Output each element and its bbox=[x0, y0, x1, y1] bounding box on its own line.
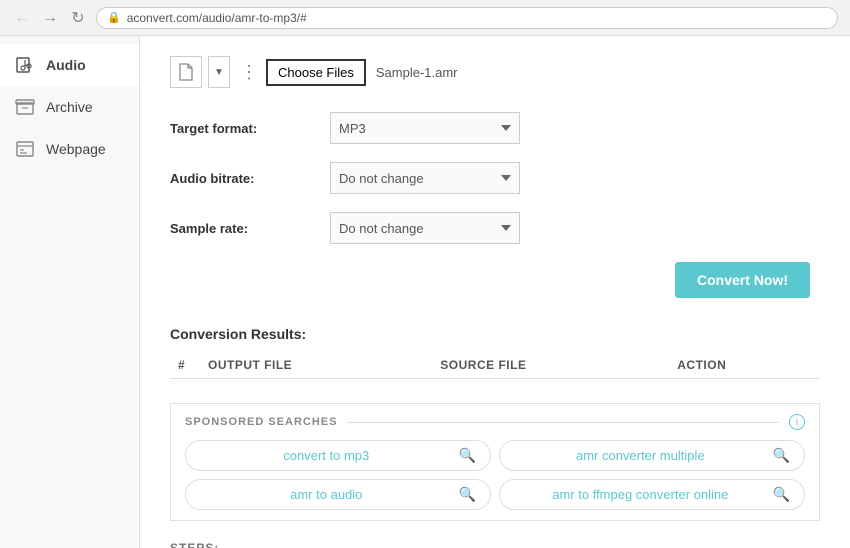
search-icon-0: 🔍 bbox=[459, 447, 476, 464]
sample-rate-select[interactable]: Do not change bbox=[330, 212, 520, 244]
search-text-1: amr converter multiple bbox=[514, 448, 767, 463]
results-section: Conversion Results: # OUTPUT FILE SOURCE… bbox=[170, 326, 820, 379]
col-hash: # bbox=[170, 352, 200, 379]
address-bar[interactable]: 🔒 aconvert.com/audio/amr-to-mp3/# bbox=[96, 7, 838, 29]
sidebar-archive-label: Archive bbox=[46, 99, 93, 115]
sidebar-audio-label: Audio bbox=[46, 57, 86, 73]
search-pill-2[interactable]: amr to audio 🔍 bbox=[185, 479, 491, 510]
audio-bitrate-label: Audio bitrate: bbox=[170, 171, 330, 186]
convert-btn-row: Convert Now! bbox=[170, 262, 820, 298]
forward-button[interactable]: → bbox=[40, 8, 60, 28]
choose-files-button[interactable]: Choose Files bbox=[266, 59, 366, 86]
more-options-button[interactable]: ⋮ bbox=[236, 56, 260, 88]
sample-rate-row: Sample rate: Do not change bbox=[170, 212, 820, 244]
steps-section: STEPS: bbox=[170, 541, 820, 548]
search-pill-3[interactable]: amr to ffmpeg converter online 🔍 bbox=[499, 479, 805, 510]
file-input-row: ▼ ⋮ Choose Files Sample-1.amr bbox=[170, 56, 820, 88]
col-output: OUTPUT FILE bbox=[200, 352, 432, 379]
sidebar-item-audio[interactable]: Audio bbox=[0, 44, 139, 86]
search-icon-3: 🔍 bbox=[773, 486, 790, 503]
search-text-2: amr to audio bbox=[200, 487, 453, 502]
search-text-3: amr to ffmpeg converter online bbox=[514, 487, 767, 502]
audio-bitrate-select[interactable]: Do not change bbox=[330, 162, 520, 194]
search-pill-0[interactable]: convert to mp3 🔍 bbox=[185, 440, 491, 471]
dropdown-arrow-button[interactable]: ▼ bbox=[208, 56, 230, 88]
main-content: ▼ ⋮ Choose Files Sample-1.amr Target for… bbox=[140, 36, 850, 548]
info-icon[interactable]: i bbox=[789, 414, 805, 430]
back-button[interactable]: ← bbox=[12, 8, 32, 28]
sample-rate-label: Sample rate: bbox=[170, 221, 330, 236]
target-format-row: Target format: MP3 bbox=[170, 112, 820, 144]
audio-bitrate-row: Audio bitrate: Do not change bbox=[170, 162, 820, 194]
col-source: SOURCE FILE bbox=[432, 352, 669, 379]
filename-label: Sample-1.amr bbox=[376, 65, 458, 80]
steps-label: STEPS: bbox=[170, 541, 820, 548]
col-action: ACTION bbox=[669, 352, 820, 379]
results-table: # OUTPUT FILE SOURCE FILE ACTION bbox=[170, 352, 820, 379]
archive-icon bbox=[14, 96, 36, 118]
search-icon-1: 🔍 bbox=[773, 447, 790, 464]
reload-button[interactable]: ↻ bbox=[68, 8, 88, 28]
target-format-select[interactable]: MP3 bbox=[330, 112, 520, 144]
convert-now-button[interactable]: Convert Now! bbox=[675, 262, 810, 298]
file-icon-button[interactable] bbox=[170, 56, 202, 88]
search-text-0: convert to mp3 bbox=[200, 448, 453, 463]
results-title: Conversion Results: bbox=[170, 326, 820, 342]
browser-chrome: ← → ↻ 🔒 aconvert.com/audio/amr-to-mp3/# bbox=[0, 0, 850, 36]
sponsored-section: SPONSORED SEARCHES i convert to mp3 🔍 am… bbox=[170, 403, 820, 521]
line-divider bbox=[347, 422, 779, 423]
audio-icon bbox=[14, 54, 36, 76]
sidebar-item-webpage[interactable]: Webpage bbox=[0, 128, 139, 170]
target-format-label: Target format: bbox=[170, 121, 330, 136]
sidebar: Audio Archive Webpage bbox=[0, 36, 140, 548]
search-grid: convert to mp3 🔍 amr converter multiple … bbox=[185, 440, 805, 510]
app-container: Audio Archive Webpage bbox=[0, 36, 850, 548]
search-icon-2: 🔍 bbox=[459, 486, 476, 503]
search-pill-1[interactable]: amr converter multiple 🔍 bbox=[499, 440, 805, 471]
webpage-icon bbox=[14, 138, 36, 160]
sidebar-item-archive[interactable]: Archive bbox=[0, 86, 139, 128]
sponsored-label: SPONSORED SEARCHES bbox=[185, 416, 337, 428]
url-text: aconvert.com/audio/amr-to-mp3/# bbox=[127, 11, 307, 25]
sidebar-webpage-label: Webpage bbox=[46, 141, 106, 157]
lock-icon: 🔒 bbox=[107, 11, 121, 24]
sponsored-header-line: SPONSORED SEARCHES i bbox=[185, 414, 805, 430]
